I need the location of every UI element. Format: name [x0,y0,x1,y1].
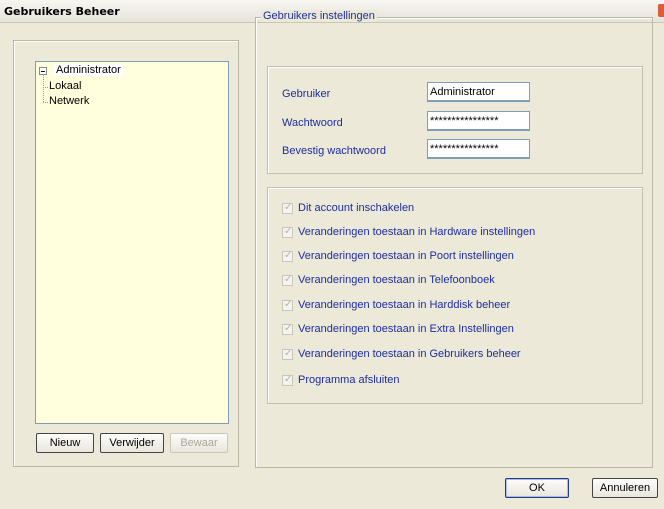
close-icon[interactable] [658,4,664,17]
checkbox[interactable]: ✓ [282,323,293,335]
password-field[interactable]: **************** [427,111,530,131]
save-user-button[interactable]: Bewaar [170,433,228,453]
permission-label: Veranderingen toestaan in Hardware inste… [298,226,536,238]
permission-label: Programma afsluiten [298,374,400,386]
user-tree[interactable]: Administrator Lokaal Netwerk [35,61,229,424]
checkmark-icon: ✓ [284,250,293,261]
checkbox[interactable]: ✓ [282,202,293,214]
permission-label: Veranderingen toestaan in Extra Instelli… [298,323,514,335]
checkbox[interactable]: ✓ [282,374,293,386]
tree-node-label[interactable]: Administrator [54,64,123,76]
checkmark-icon: ✓ [284,299,293,310]
window-title: Gebruikers Beheer [4,5,120,18]
permission-label: Dit account inschakelen [298,202,415,214]
checkmark-icon: ✓ [284,274,293,285]
permission-label: Veranderingen toestaan in Telefoonboek [298,274,495,286]
delete-user-button[interactable]: Verwijder [100,433,164,453]
tree-connector [43,87,48,88]
tree-node-lokaal[interactable]: Lokaal [49,80,81,92]
new-user-button[interactable]: Nieuw [36,433,94,453]
user-label: Gebruiker [282,88,331,100]
permission-label: Veranderingen toestaan in Harddisk behee… [298,299,511,311]
confirm-password-field[interactable]: **************** [427,139,530,159]
checkmark-icon: ✓ [284,323,293,334]
checkmark-icon: ✓ [284,374,293,385]
password-label: Wachtwoord [282,117,343,129]
tree-connector [43,102,48,103]
ok-button[interactable]: OK [505,478,569,498]
checkbox[interactable]: ✓ [282,226,293,238]
tree-node-netwerk[interactable]: Netwerk [49,95,89,107]
checkbox[interactable]: ✓ [282,274,293,286]
checkbox[interactable]: ✓ [282,348,293,360]
checkmark-icon: ✓ [284,348,293,359]
user-field[interactable]: Administrator [427,82,530,102]
checkbox[interactable]: ✓ [282,299,293,311]
checkmark-icon: ✓ [284,226,293,237]
permission-label: Veranderingen toestaan in Poort instelli… [298,250,514,262]
tree-connector [43,74,44,102]
checkmark-icon: ✓ [284,202,293,213]
cancel-button[interactable]: Annuleren [592,478,658,498]
permissions-box [267,187,643,404]
permission-label: Veranderingen toestaan in Gebruikers beh… [298,348,521,360]
checkbox[interactable]: ✓ [282,250,293,262]
confirm-password-label: Bevestig wachtwoord [282,145,386,157]
user-settings-legend: Gebruikers instellingen [261,10,377,22]
